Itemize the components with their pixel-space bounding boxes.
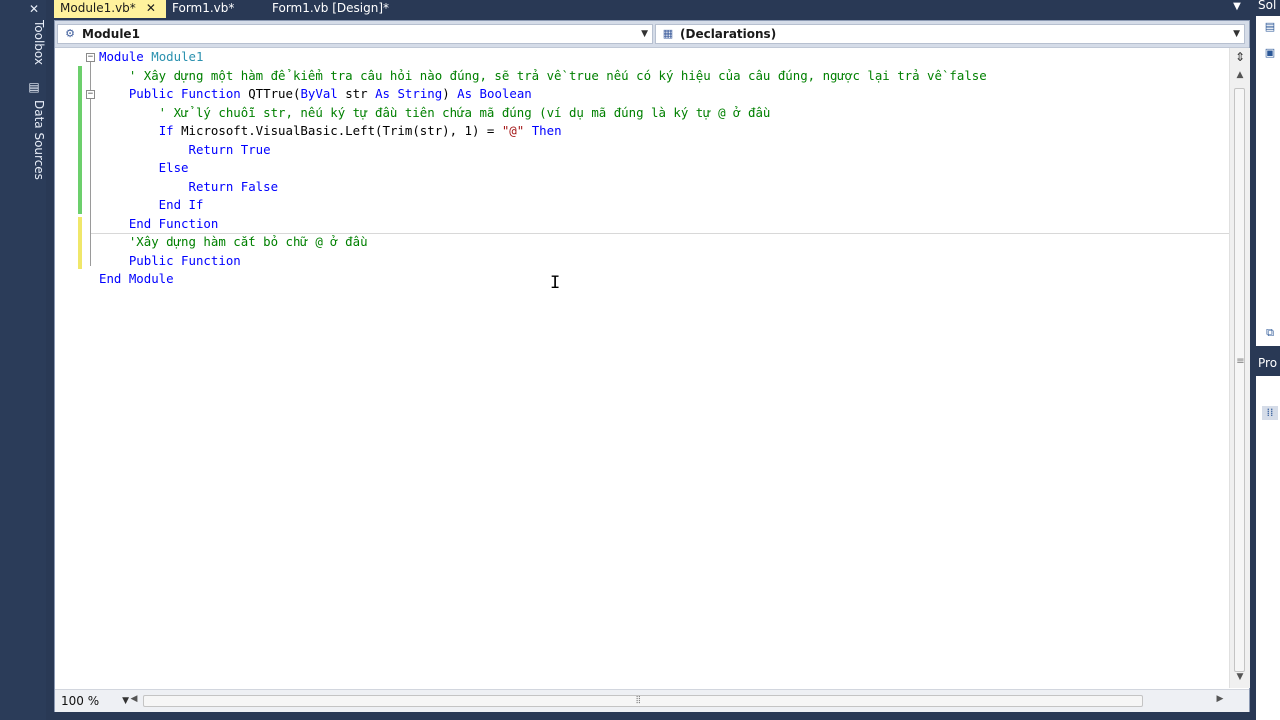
declarations-icon: ▦: [662, 27, 674, 40]
tab-form1-design-label: Form1.vb [Design]*: [272, 1, 390, 15]
scroll-left-icon[interactable]: ◀: [127, 694, 141, 704]
datasources-tab[interactable]: Data Sources: [24, 100, 46, 180]
solution-explorer-title[interactable]: Sol: [1258, 0, 1276, 12]
editor-bottom-bar: 100 % ▼ ◀ ⦙⦙ ▶: [55, 689, 1249, 712]
tab-module1[interactable]: Module1.vb* ✕: [54, 0, 166, 18]
code-line-comment: ' Xử lý chuỗi str, nếu ký tự đầu tiên ch…: [99, 104, 771, 120]
collapse-icon[interactable]: −: [86, 90, 95, 99]
code-line: If Microsoft.VisualBasic.Left(Trim(str),…: [158, 123, 562, 138]
code-line: Return False: [99, 178, 279, 194]
code-line-comment: 'Xây dựng hàm cắt bỏ chữ @ ở đầu: [99, 234, 368, 249]
scroll-down-icon[interactable]: ▼: [1230, 672, 1250, 686]
code-editor: ⚙ Module1 ▼ ▦ (Declarations) ▼ − − Module …: [54, 20, 1250, 712]
properties-icon[interactable]: ▤: [1262, 20, 1278, 34]
right-dock-panel: Sol ▤ ▣ ⧉ Pro ⁞⁞: [1256, 0, 1280, 720]
navigation-bar: ⚙ Module1 ▼ ▦ (Declarations) ▼: [55, 21, 1249, 48]
indicator-margin: [55, 48, 77, 688]
solution-explorer-body: ▤ ▣ ⧉: [1256, 16, 1280, 346]
grip-icon: ⦙⦙: [636, 695, 641, 706]
horizontal-scrollbar[interactable]: ◀ ⦙⦙ ▶: [127, 692, 1227, 710]
horizontal-scroll-thumb[interactable]: ⦙⦙: [143, 695, 1143, 707]
datasources-icon[interactable]: ▤: [26, 80, 42, 94]
toolbox-tab[interactable]: Toolbox: [24, 20, 46, 65]
tab-overflow-dropdown-icon[interactable]: ▼: [1228, 0, 1246, 14]
member-combo[interactable]: ▦ (Declarations) ▼: [655, 24, 1245, 44]
scroll-right-icon[interactable]: ▶: [1213, 694, 1227, 704]
code-line: Return True: [99, 141, 271, 157]
code-line-comment: ' Xây dựng một hàm để kiểm tra câu hỏi n…: [99, 67, 987, 83]
toolbox-icon[interactable]: ✕: [26, 2, 42, 16]
module-name: Module1: [151, 49, 204, 64]
vertical-scrollbar[interactable]: ⇕ ▲ ≡ ▼: [1229, 48, 1250, 688]
code-line: Module Module1: [99, 48, 203, 67]
tab-form1[interactable]: Form1.vb*: [166, 0, 262, 18]
type-combo[interactable]: ⚙ Module1 ▼: [57, 24, 653, 44]
chevron-down-icon[interactable]: ▼: [641, 25, 648, 43]
tab-module1-label: Module1.vb*: [60, 1, 136, 15]
module-icon: ⚙: [65, 27, 75, 40]
code-line: Else: [99, 160, 189, 175]
splitter-icon[interactable]: ⇕: [1232, 48, 1248, 66]
zoom-combo[interactable]: 100 % ▼: [57, 692, 129, 710]
saved-change-bar: [78, 66, 82, 214]
code-line: Public Function QTTrue(ByVal str As Stri…: [128, 86, 532, 101]
properties-title[interactable]: Pro: [1258, 356, 1277, 370]
vertical-scroll-thumb[interactable]: ≡: [1234, 88, 1245, 672]
close-icon[interactable]: ✕: [146, 1, 156, 15]
member-combo-value: (Declarations): [680, 27, 777, 41]
properties-body: ⁞⁞: [1256, 376, 1280, 720]
code-line: End Function: [99, 215, 219, 231]
class-view-icon[interactable]: ⧉: [1262, 326, 1278, 340]
tab-form1-design[interactable]: Form1.vb [Design]*: [266, 0, 436, 18]
unsaved-change-bar: [78, 217, 82, 269]
type-combo-value: Module1: [82, 27, 140, 41]
code-line: End If: [99, 197, 204, 212]
zoom-value: 100 %: [61, 694, 100, 708]
tab-form1-label: Form1.vb*: [172, 1, 235, 15]
left-tool-strip: ✕ Toolbox ▤ Data Sources: [0, 0, 46, 720]
keyword: Module: [99, 49, 144, 64]
collapse-icon[interactable]: −: [86, 53, 95, 62]
chevron-down-icon[interactable]: ▼: [1233, 25, 1240, 43]
code-line: Public Function: [99, 252, 241, 268]
grip-icon: ≡: [1236, 356, 1245, 367]
scroll-up-icon[interactable]: ▲: [1230, 70, 1250, 84]
text-cursor-icon: I: [550, 273, 561, 293]
code-line: End Module: [99, 271, 174, 286]
show-all-files-icon[interactable]: ▣: [1262, 46, 1278, 60]
categorized-icon[interactable]: ⁞⁞: [1262, 406, 1278, 420]
document-tab-bar: Module1.vb* ✕ Form1.vb* Form1.vb [Design]…: [46, 0, 1256, 18]
